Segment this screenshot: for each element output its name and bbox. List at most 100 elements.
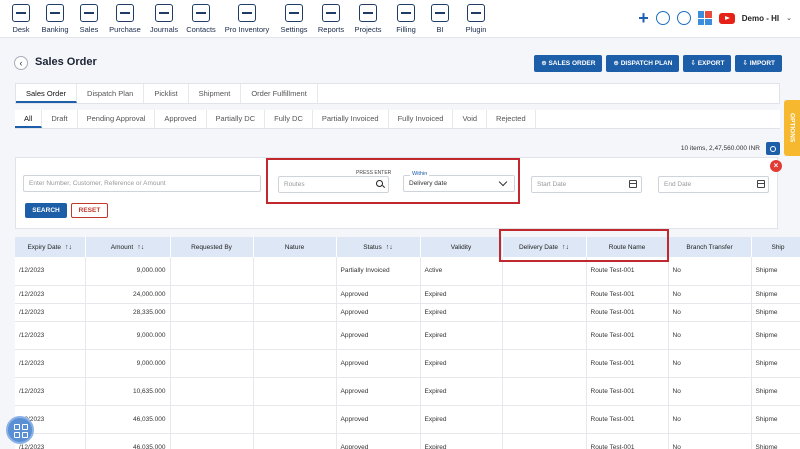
calendar-icon[interactable] xyxy=(757,180,765,188)
import-label: IMPORT xyxy=(749,60,775,67)
add-icon[interactable]: + xyxy=(638,9,649,27)
dispatch-plan-button[interactable]: ⊕ DISPATCH PLAN xyxy=(606,55,680,72)
table-row[interactable]: /12/2023 46,035.000 Approved Expired Route T… xyxy=(15,433,800,449)
table-cell: 10,635.000 xyxy=(85,377,171,406)
contacts-icon xyxy=(192,4,210,22)
nav-item-projects[interactable]: Projects xyxy=(348,0,388,38)
table-cell xyxy=(170,303,254,322)
table-cell: 9,000.000 xyxy=(85,349,171,378)
status-tab-partially-invoiced[interactable]: Partially Invoiced xyxy=(313,110,389,128)
status-tab-pending-approval[interactable]: Pending Approval xyxy=(78,110,156,128)
sort-icon[interactable]: ↑↓ xyxy=(386,244,393,251)
column-header-label: Branch Transfer xyxy=(686,243,733,251)
nav-item-plugin[interactable]: Plugin xyxy=(456,0,496,38)
tab-dispatch-plan[interactable]: Dispatch Plan xyxy=(77,84,145,103)
column-header[interactable]: Requested By xyxy=(170,237,254,257)
nav-item-filling[interactable]: Filling xyxy=(388,0,424,38)
table-cell xyxy=(253,321,337,350)
table-row[interactable]: /12/2023 28,335.000 Approved Expired Route T… xyxy=(15,303,800,322)
apps-launcher-button[interactable] xyxy=(6,416,34,444)
table-cell: Shipme xyxy=(751,321,800,350)
column-header[interactable]: Expiry Date ↑↓ xyxy=(15,237,86,257)
table-cell xyxy=(170,433,254,449)
status-tab-fully-dc[interactable]: Fully DC xyxy=(265,110,313,128)
table-row[interactable]: /12/2023 9,000.000 Approved Expired Route Te… xyxy=(15,321,800,350)
table-cell: Expired xyxy=(420,349,503,378)
table-cell: Approved xyxy=(336,377,421,406)
nav-label: Sales xyxy=(79,25,99,34)
status-tab-draft[interactable]: Draft xyxy=(42,110,78,128)
column-header[interactable]: Nature xyxy=(253,237,337,257)
status-tab-approved[interactable]: Approved xyxy=(155,110,207,128)
table-settings-button[interactable] xyxy=(766,142,780,155)
back-button[interactable]: ‹ xyxy=(14,56,28,70)
nav-item-banking[interactable]: Banking xyxy=(36,0,74,38)
table-row[interactable]: /12/2023 24,000.000 Approved Expired Route T… xyxy=(15,285,800,304)
column-header[interactable]: Amount ↑↓ xyxy=(85,237,171,257)
sort-icon[interactable]: ↑↓ xyxy=(65,244,72,251)
close-filter-button[interactable]: × xyxy=(770,160,782,172)
nav-item-purchase[interactable]: Purchase xyxy=(104,0,146,38)
start-date-placeholder: Start Date xyxy=(537,181,567,188)
tab-order-fulfillment[interactable]: Order Fulfillment xyxy=(241,84,318,103)
sales-order-button[interactable]: ⊕ SALES ORDER xyxy=(534,55,603,72)
youtube-icon[interactable] xyxy=(718,12,735,24)
status-tab-all[interactable]: All xyxy=(15,110,43,128)
table-cell: 28,335.000 xyxy=(85,303,171,322)
table-cell: 46,035.000 xyxy=(85,433,171,449)
options-tab[interactable]: OPTIONS xyxy=(784,100,800,156)
sort-icon[interactable]: ↑↓ xyxy=(137,244,144,251)
table-cell: No xyxy=(668,303,752,322)
table-cell: No xyxy=(668,405,752,434)
nav-item-pro-inventory[interactable]: Pro Inventory xyxy=(220,0,274,38)
user-menu[interactable]: Demo - HI xyxy=(742,14,779,23)
nav-item-desk[interactable]: Desk xyxy=(6,0,36,38)
table-row[interactable]: /12/2023 10,635.000 Approved Expired Route T… xyxy=(15,377,800,406)
table-cell: Expired xyxy=(420,285,503,304)
column-header[interactable]: Branch Transfer xyxy=(668,237,752,257)
search-input[interactable]: Enter Number, Customer, Reference or Amo… xyxy=(23,175,261,192)
calendar-icon[interactable] xyxy=(629,180,637,188)
table-cell xyxy=(170,349,254,378)
table-cell: Approved xyxy=(336,303,421,322)
apps-icon[interactable] xyxy=(697,11,712,25)
search-placeholder: Enter Number, Customer, Reference or Amo… xyxy=(29,180,166,187)
status-tab-fully-invoiced[interactable]: Fully Invoiced xyxy=(389,110,454,128)
start-date-input[interactable]: Start Date xyxy=(531,176,642,193)
table-cell: Route Test-001 xyxy=(586,377,669,406)
end-date-input[interactable]: End Date xyxy=(658,176,769,193)
search-button[interactable]: SEARCH xyxy=(25,203,67,218)
table-row[interactable]: /12/2023 9,000.000 Approved Expired Route Te… xyxy=(15,349,800,378)
column-header[interactable]: Status ↑↓ xyxy=(336,237,421,257)
nav-item-contacts[interactable]: Contacts xyxy=(182,0,220,38)
table-row[interactable]: /12/2023 46,035.000 Approved Expired Route T… xyxy=(15,405,800,434)
tab-shipment[interactable]: Shipment xyxy=(189,84,242,103)
chevron-down-icon[interactable]: ⌄ xyxy=(786,14,792,22)
table-cell xyxy=(502,433,587,449)
table-cell xyxy=(253,303,337,322)
nav-label: Banking xyxy=(41,25,69,34)
table-cell: Expired xyxy=(420,303,503,322)
table-cell: Approved xyxy=(336,405,421,434)
export-button[interactable]: ⇩ EXPORT xyxy=(683,55,732,72)
tab-sales-order[interactable]: Sales Order xyxy=(16,84,78,103)
tab-picklist[interactable]: Picklist xyxy=(144,84,189,103)
table-row[interactable]: /12/2023 9,000.000 Partially Invoiced Activ… xyxy=(15,257,800,286)
gear-icon[interactable] xyxy=(676,11,691,25)
column-header[interactable]: Validity xyxy=(420,237,503,257)
table-cell: No xyxy=(668,321,752,350)
table-cell: /12/2023 xyxy=(15,303,86,322)
reset-button[interactable]: RESET xyxy=(71,203,108,218)
status-tab-void[interactable]: Void xyxy=(453,110,488,128)
status-tab-partially-dc[interactable]: Partially DC xyxy=(207,110,266,128)
import-button[interactable]: ⇩ IMPORT xyxy=(735,55,782,72)
nav-item-reports[interactable]: Reports xyxy=(314,0,348,38)
nav-item-sales[interactable]: Sales xyxy=(74,0,104,38)
nav-item-bi[interactable]: BI xyxy=(424,0,456,38)
nav-item-settings[interactable]: Settings xyxy=(274,0,314,38)
column-header[interactable]: Ship xyxy=(751,237,800,257)
nav-item-journals[interactable]: Journals xyxy=(146,0,182,38)
notification-icon[interactable] xyxy=(655,11,670,25)
highlight-box-routes-within xyxy=(266,158,520,204)
status-tab-rejected[interactable]: Rejected xyxy=(487,110,536,128)
